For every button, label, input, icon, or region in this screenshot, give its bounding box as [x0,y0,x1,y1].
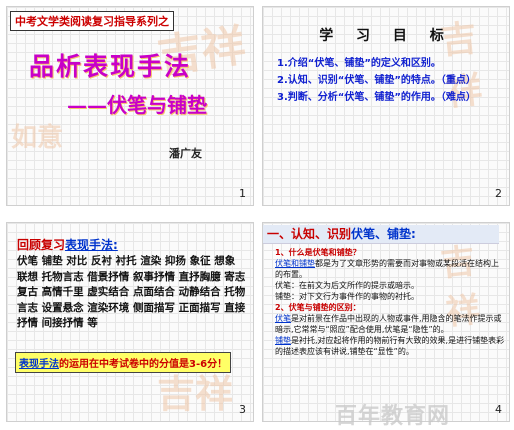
goal-item: 2.认知、识别“伏笔、铺垫”的特点。（重点） [277,75,476,86]
slide-1-subtitle: ——伏笔与铺垫 [67,93,207,117]
body-line: 伏笔：在前文为后文所作的提示或暗示。 [275,281,419,290]
body-line: 伏笔和铺垫都是为了文章形势的需要而对事物或某段活在结构上的布置。 [275,259,499,279]
slide-2-thumbnail[interactable]: 吉祥 学 习 目 标 1.介绍“伏笔、铺垫”的定义和区别。 2.认知、识别“伏笔… [262,6,510,206]
slide-4-heading: 一、认知、识别伏笔、铺垫: [263,225,499,244]
slide-4-body: 1、什么是伏笔和铺垫？ 伏笔和铺垫都是为了文章形势的需要而对事物或某段活在结构上… [275,247,505,357]
slide-2-title: 学 习 目 标 [319,28,453,44]
body-line: 2、伏笔与铺垫的区别： [275,303,361,312]
body-line: 铺垫是衬托,对应起将作用的物前行有大致的效果,是进行铺垫表彩的描述表应该有讲说,… [275,336,505,356]
heading-topic: 伏笔、铺垫: [351,227,416,241]
author-name: 潘广友 [169,147,202,160]
goal-item: 1.介绍“伏笔、铺垫”的定义和区别。 [277,58,441,69]
slide-1-thumbnail[interactable]: 吉祥 如意 中考文学类阅读复习指导系列之 品析表现手法 ——伏笔与铺垫 潘广友 … [6,6,254,206]
body-line: 1、什么是伏笔和铺垫？ [275,248,361,257]
score-text: 的运用在中考试卷中的分值是3-6分！ [59,359,228,370]
slide-number: 2 [495,187,502,200]
score-prefix: 表现手法 [19,359,59,370]
review-topic: 表现手法: [65,238,118,252]
slide-number: 4 [495,403,502,416]
review-heading: 回顾复习表现手法: [17,236,118,253]
body-line: 铺垫：对下文行为事件作的事物的衬托。 [275,292,419,301]
heading-prefix: 一、认知、识别 [267,227,352,241]
goal-item: 3.判断、分析“伏笔、铺垫”的作用。（难点） [277,92,476,103]
slide-3-thumbnail[interactable]: 吉祥 回顾复习表现手法: 伏笔 铺垫 对比 反衬 衬托 渲染 抑扬 象征 想象 … [6,222,254,422]
score-note: 表现手法的运用在中考试卷中的分值是3-6分！ [15,352,232,373]
slide-number: 3 [239,403,246,416]
site-watermark: 百年教育网 [335,404,451,429]
slide-4-thumbnail[interactable]: 吉祥 一、认知、识别伏笔、铺垫: 1、什么是伏笔和铺垫？ 伏笔和铺垫都是为了文章… [262,222,510,422]
series-label: 中考文学类阅读复习指导系列之 [10,11,174,31]
goal-list: 1.介绍“伏笔、铺垫”的定义和区别。 2.认知、识别“伏笔、铺垫”的特点。（重点… [277,55,476,106]
seal-watermark-logo-small: 如意 [11,123,64,153]
slide-1-title: 品析表现手法 [29,52,192,81]
review-prefix: 回顾复习 [17,238,66,252]
body-line: 伏笔是对前景在作品中出现的人物或事件,用隐含的笔法作提示或暗示,它常常与“照应”… [275,314,502,334]
methods-list: 伏笔 铺垫 对比 反衬 衬托 渲染 抑扬 象征 想象 联想 托物言志 借景抒情 … [17,255,246,329]
slide-number: 1 [239,187,246,200]
